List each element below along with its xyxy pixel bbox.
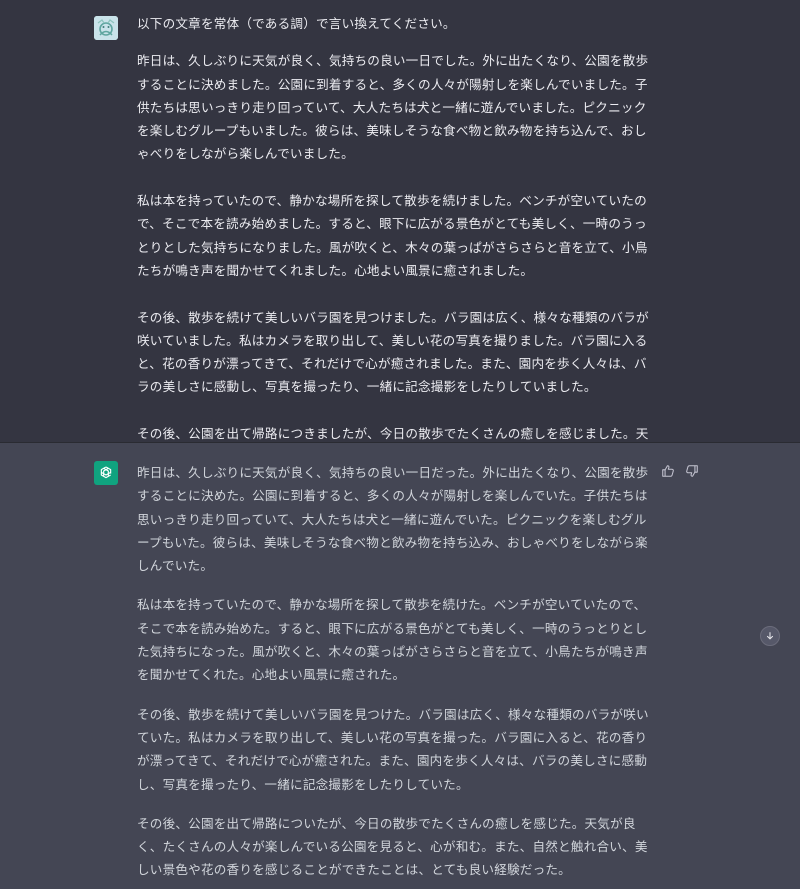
assistant-message: 昨日は、久しぶりに天気が良く、気持ちの良い一日だった。外に出たくなり、公園を散歩… xyxy=(0,443,800,889)
scroll-down-button[interactable] xyxy=(760,626,780,646)
arrow-down-icon xyxy=(766,632,774,640)
thumbs-down-icon xyxy=(686,465,698,477)
user-paragraph: その後、散歩を続けて美しいバラ園を見つけました。バラ園は広く、様々な種類のバラが… xyxy=(137,309,649,395)
thumbs-up-button[interactable] xyxy=(660,463,676,479)
assistant-message-content: 昨日は、久しぶりに天気が良く、気持ちの良い一日だった。外に出たくなり、公園を散歩… xyxy=(137,461,657,889)
user-message: 以下の文章を常体（である調）で言い換えてください。 昨日は、久しぶりに天気が良く… xyxy=(0,0,800,488)
user-paragraph: 昨日は、久しぶりに天気が良く、気持ちの良い一日でした。外に出たくなり、公園を散歩… xyxy=(137,53,649,162)
user-avatar-icon xyxy=(94,16,118,40)
assistant-paragraph: その後、散歩を続けて美しいバラ園を見つけた。バラ園は広く、様々な種類のバラが咲い… xyxy=(137,706,649,792)
assistant-paragraph: 私は本を持っていたので、静かな場所を探して散歩を続けた。ベンチが空いていたので、… xyxy=(137,597,648,683)
thumbs-down-button[interactable] xyxy=(684,463,700,479)
user-paragraph: 以下の文章を常体（である調）で言い換えてください。 xyxy=(137,16,456,31)
assistant-paragraph: 昨日は、久しぶりに天気が良く、気持ちの良い一日だった。外に出たくなり、公園を散歩… xyxy=(137,465,649,574)
user-message-content: 以下の文章を常体（である調）で言い換えてください。 昨日は、久しぶりに天気が良く… xyxy=(137,12,657,515)
assistant-paragraph: その後、公園を出て帰路についたが、今日の散歩でたくさんの癒しを感じた。天気が良く… xyxy=(137,815,648,878)
thumbs-up-icon xyxy=(662,465,674,477)
user-paragraph: 私は本を持っていたので、静かな場所を探して散歩を続けました。ベンチが空いていたの… xyxy=(137,193,648,278)
feedback-buttons xyxy=(660,463,700,479)
openai-logo-icon xyxy=(94,461,118,485)
